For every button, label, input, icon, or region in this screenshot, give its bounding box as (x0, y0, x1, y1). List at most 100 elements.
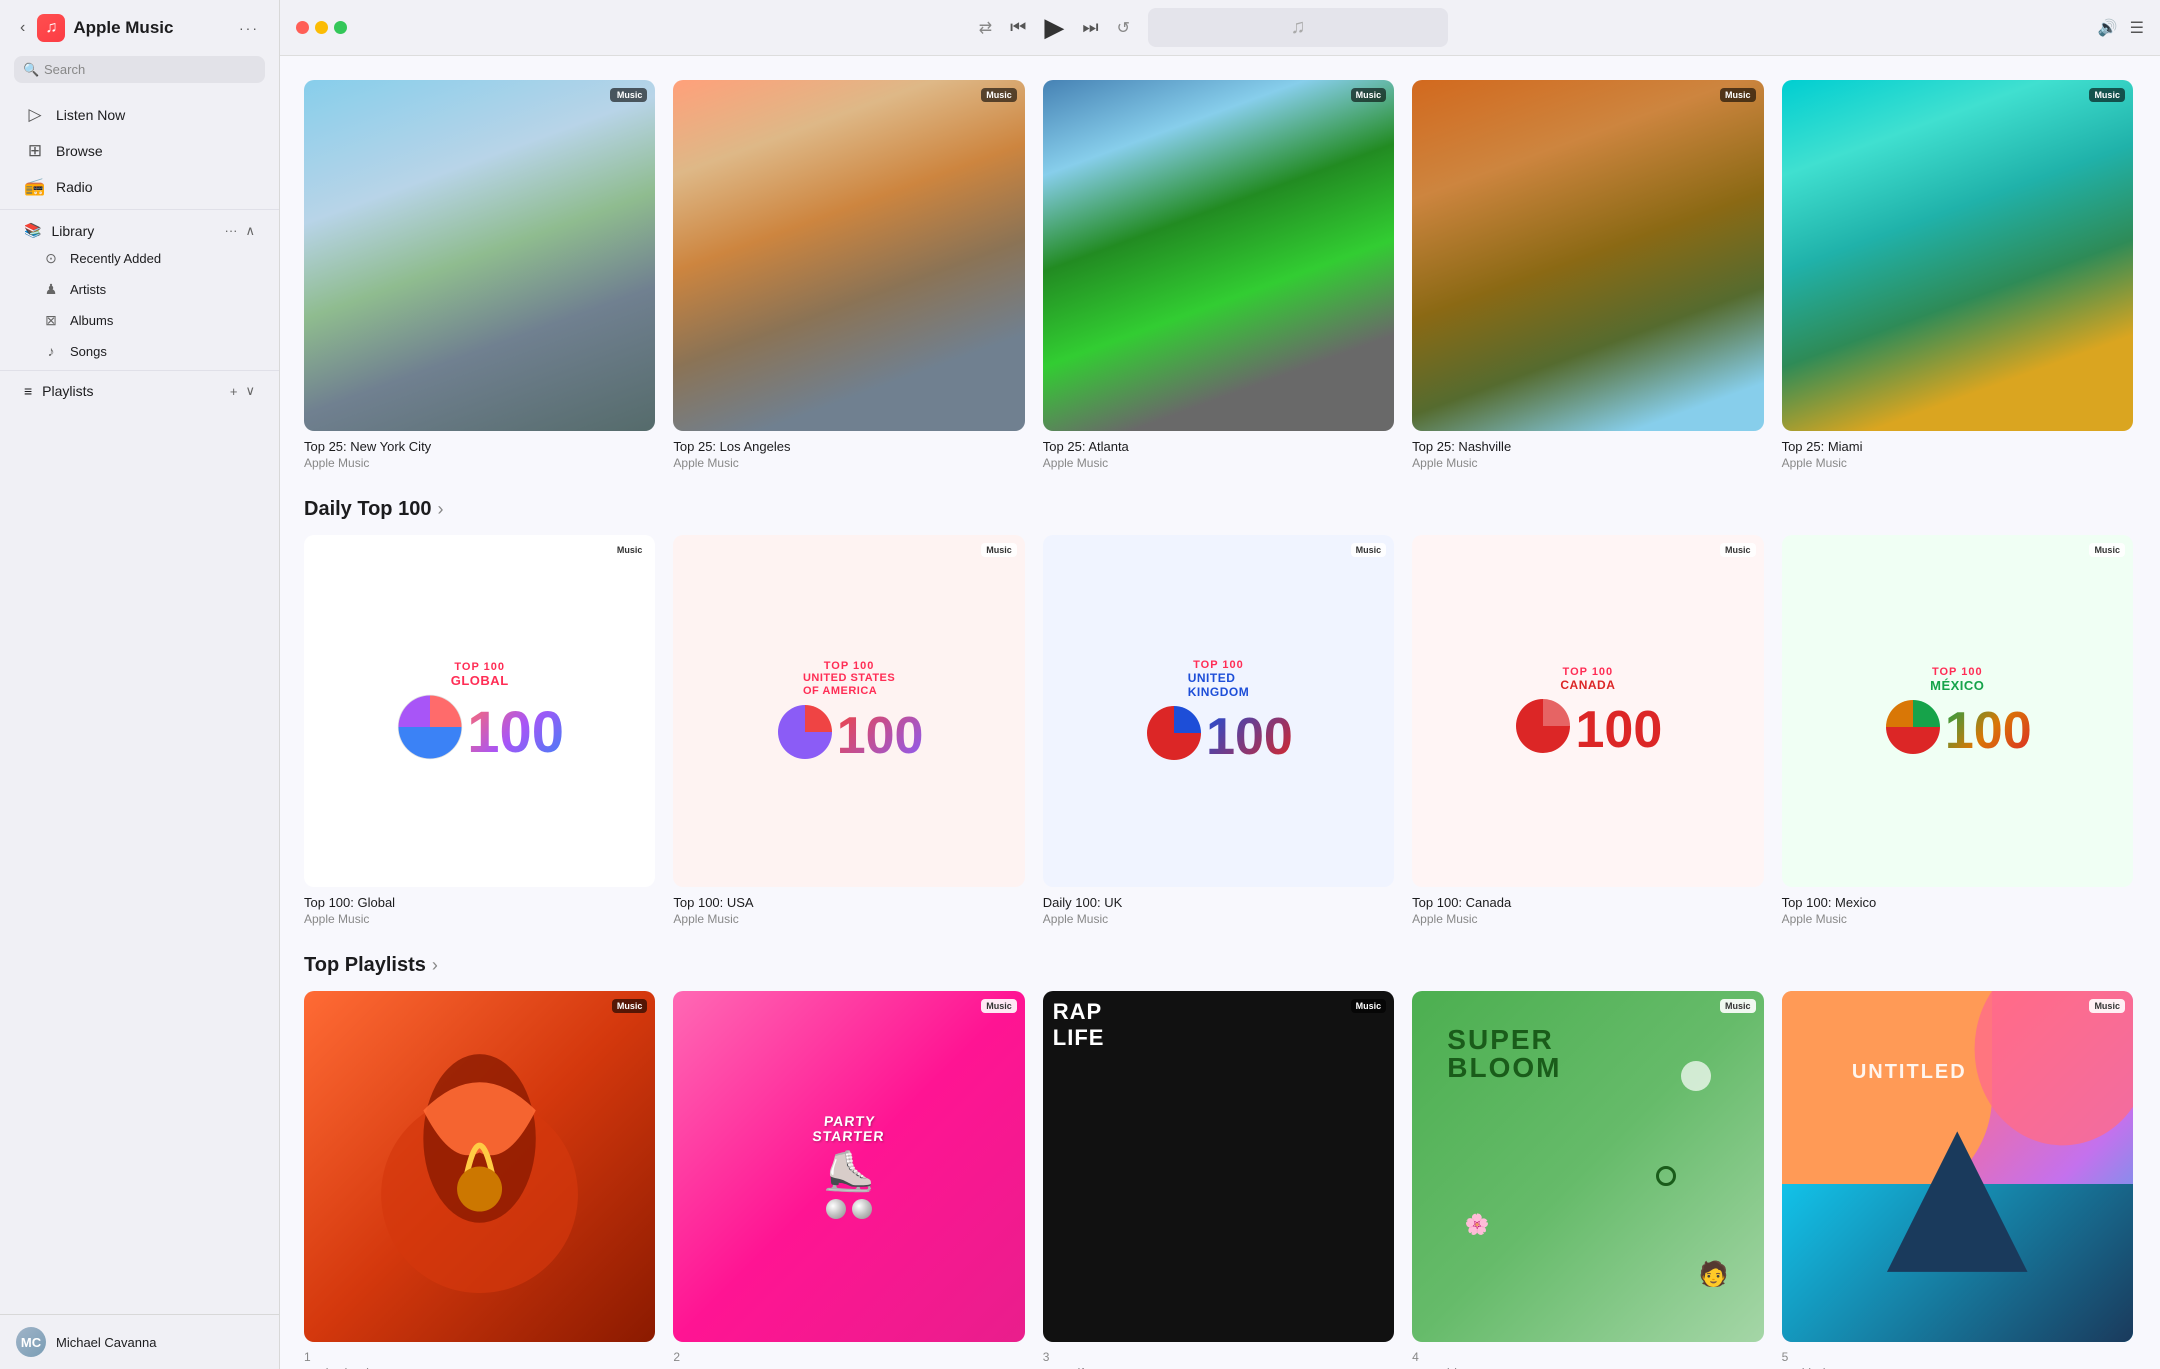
card-atl[interactable]: Music Top 25: Atlanta Apple Music (1043, 80, 1394, 470)
playlists-label: Playlists (42, 383, 93, 399)
top100-label-canada: TOP 100 (1563, 666, 1614, 678)
card-rap-life[interactable]: RAPLIFE Music 3 Rap Life Apple Music Hip… (1043, 991, 1394, 1369)
app-title-row: ‹ ♫ Apple Music (16, 14, 173, 42)
add-playlist-button[interactable]: + (230, 384, 238, 399)
top100-canada-subtitle: Apple Music (1412, 912, 1763, 926)
previous-button[interactable]: ⏮ (1010, 17, 1026, 38)
more-options-button[interactable]: ··· (235, 18, 263, 38)
albums-icon: ⊠ (42, 312, 60, 329)
library-options-button[interactable]: ··· (224, 223, 237, 238)
card-image-atl: Music (1043, 80, 1394, 431)
daily-top-100-arrow[interactable]: › (437, 499, 443, 520)
library-collapse-button[interactable]: ∧ (245, 223, 255, 239)
browse-icon: ⊞ (24, 141, 46, 161)
card-top100-canada[interactable]: TOP 100 CANADA 100 Music Top 100: Canada (1412, 535, 1763, 925)
apple-music-badge-nyc: Music (610, 88, 648, 102)
apple-music-badge-rap: Music (1351, 999, 1387, 1013)
card-motherland-honey[interactable]: Music 1 Motherland Honey Apple Music R&B (304, 991, 655, 1369)
top-playlists-arrow[interactable]: › (432, 955, 438, 976)
playlists-section-actions: + ∨ (230, 383, 255, 399)
back-button[interactable]: ‹ (16, 17, 29, 39)
app-title: Apple Music (73, 18, 173, 38)
card-la[interactable]: Music Top 25: Los Angeles Apple Music (673, 80, 1024, 470)
country-label-canada: CANADA (1560, 678, 1615, 692)
top100-mexico-title: Top 100: Mexico (1782, 895, 2133, 910)
top-playlists-title: Top Playlists (304, 954, 426, 977)
next-button[interactable]: ⏭ (1082, 17, 1098, 38)
library-section-actions: ··· ∧ (224, 223, 255, 239)
card-top100-uk[interactable]: TOP 100 UNITEDKINGDOM 100 Music Daily 10… (1043, 535, 1394, 925)
apple-music-badge-superbloom: Music (1720, 999, 1756, 1013)
apple-music-badge-global: Music (612, 543, 648, 557)
sidebar-item-songs[interactable]: ♪ Songs (0, 336, 279, 366)
card-top100-usa[interactable]: TOP 100 UNITED STATESOF AMERICA 100 Musi… (673, 535, 1024, 925)
top100-uk-title: Daily 100: UK (1043, 895, 1394, 910)
sidebar-item-radio[interactable]: 📻 Radio (6, 169, 273, 205)
sidebar-item-listen-now[interactable]: ▷ Listen Now (6, 97, 273, 133)
playlists-section-toggle[interactable]: ≡ Playlists (24, 383, 94, 399)
minimize-button[interactable] (315, 21, 328, 34)
sidebar-item-recently-added[interactable]: ⊙ Recently Added (0, 243, 279, 274)
window-controls (296, 21, 347, 34)
card-top100-mexico[interactable]: TOP 100 MÉXICO 100 Music T (1782, 535, 2133, 925)
card-image-untitled: UNTITLED Music (1782, 991, 2133, 1342)
card-top100-global[interactable]: TOP 100 GLOBAL 100 Music (304, 535, 655, 925)
nash-title: Top 25: Nashville (1412, 439, 1763, 454)
search-input[interactable] (14, 56, 265, 83)
card-image-nash: Music (1412, 80, 1763, 431)
music-note-icon: ♫ (1290, 16, 1305, 39)
country-label-global: GLOBAL (451, 673, 509, 688)
card-superbloom[interactable]: SUPERBLOOM 🧑 🌸 Music 4 Superbloom Apple … (1412, 991, 1763, 1369)
playlists-collapse-button[interactable]: ∨ (245, 383, 255, 399)
person-art: 🧑 (1699, 1260, 1729, 1289)
apple-music-badge-canada: Music (1720, 543, 1756, 557)
superbloom-num: 4 (1412, 1350, 1763, 1364)
top100-usa-title: Top 100: USA (673, 895, 1024, 910)
apple-music-badge-mexico: Music (2089, 543, 2125, 557)
maximize-button[interactable] (334, 21, 347, 34)
num-100-usa: 100 (837, 710, 924, 762)
play-button[interactable]: ▶ (1044, 12, 1064, 43)
shuffle-button[interactable]: ⇄ (979, 18, 992, 38)
sidebar-item-artists[interactable]: ♟ Artists (0, 274, 279, 305)
library-label: Library (51, 223, 94, 239)
miami-subtitle: Apple Music (1782, 456, 2133, 470)
card-untitled[interactable]: UNTITLED Music 5 Untitled Apple Music In… (1782, 991, 2133, 1369)
playlists-section-header: ≡ Playlists + ∨ (6, 375, 273, 403)
scroll-area[interactable]: Music Top 25: New York City Apple Music … (280, 56, 2160, 1369)
atl-subtitle: Apple Music (1043, 456, 1394, 470)
top100-canada-title: Top 100: Canada (1412, 895, 1763, 910)
titlebar-right-controls: 🔊 ☰ (2098, 18, 2144, 38)
apple-music-badge-miami: Music (2089, 88, 2125, 102)
sidebar-item-albums[interactable]: ⊠ Albums (0, 305, 279, 336)
sidebar-item-browse[interactable]: ⊞ Browse (6, 133, 273, 169)
top100-label-uk: TOP 100 (1193, 659, 1244, 671)
card-nash[interactable]: Music Top 25: Nashville Apple Music (1412, 80, 1763, 470)
card-party-starters[interactable]: PARTYSTARTER ⛸️ Music 2 Party Starters A… (673, 991, 1024, 1369)
party-num: 2 (673, 1350, 1024, 1364)
card-image-top100-canada: TOP 100 CANADA 100 Music (1412, 535, 1763, 886)
pie-chart-canada (1513, 696, 1573, 756)
listen-now-icon: ▷ (24, 105, 46, 125)
card-miami[interactable]: Music Top 25: Miami Apple Music (1782, 80, 2133, 470)
party-skate-emoji: ⛸️ (824, 1148, 874, 1195)
card-image-motherland: Music (304, 991, 655, 1342)
apple-music-badge-party: Music (981, 999, 1017, 1013)
card-nyc[interactable]: Music Top 25: New York City Apple Music (304, 80, 655, 470)
volume-button[interactable]: 🔊 (2098, 18, 2118, 38)
close-button[interactable] (296, 21, 309, 34)
now-playing-display: ♫ (1148, 8, 1448, 47)
queue-button[interactable]: ☰ (2130, 18, 2144, 38)
radio-icon: 📻 (24, 177, 46, 197)
top100-usa-subtitle: Apple Music (673, 912, 1024, 926)
sidebar-footer: MC Michael Cavanna (0, 1314, 279, 1369)
card-image-nyc: Music (304, 80, 655, 431)
library-section-toggle[interactable]: 📚 Library (24, 222, 94, 239)
repeat-button[interactable]: ↺ (1117, 18, 1130, 38)
num-100-uk: 100 (1206, 711, 1293, 763)
sidebar-item-label-listen-now: Listen Now (56, 107, 125, 123)
top25-cards: Music Top 25: New York City Apple Music … (304, 80, 2136, 470)
miami-title: Top 25: Miami (1782, 439, 2133, 454)
sidebar-header: ‹ ♫ Apple Music ··· (0, 0, 279, 52)
top100-mexico-subtitle: Apple Music (1782, 912, 2133, 926)
